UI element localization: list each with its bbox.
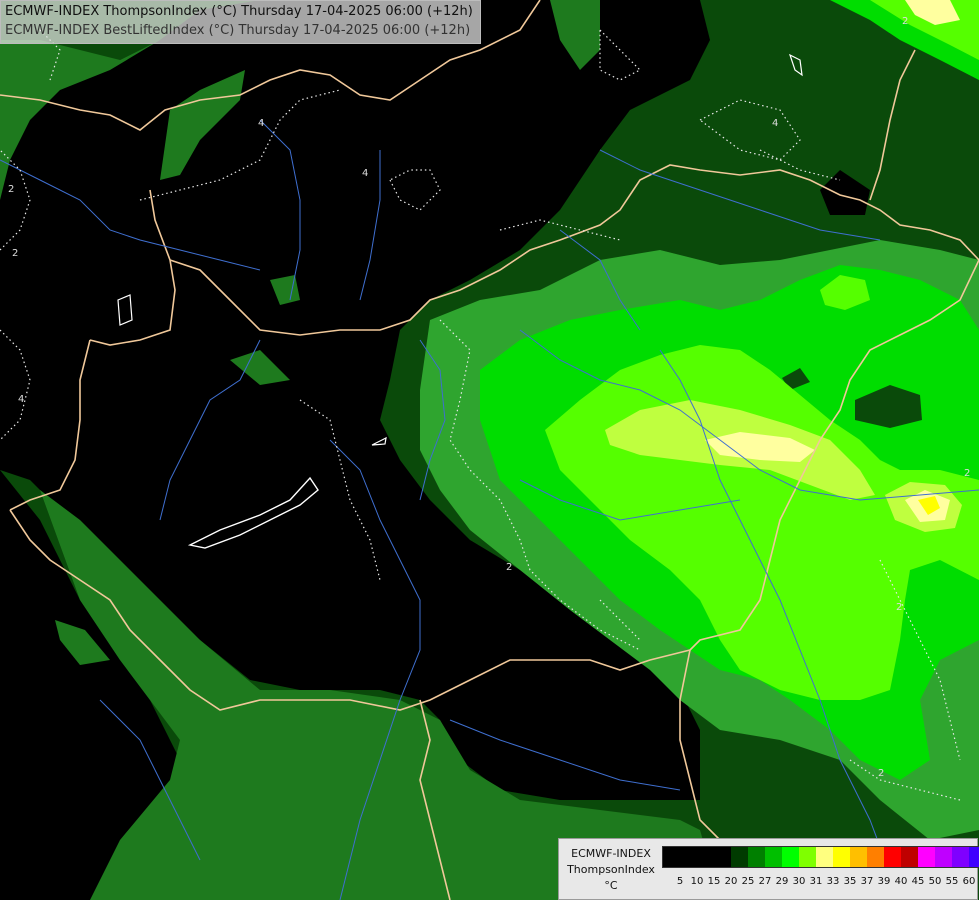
legend-tick-label: 40 <box>894 876 908 887</box>
legend-swatch <box>850 847 867 867</box>
contour-label: 2 <box>902 16 908 27</box>
contour-label: 4 <box>258 118 264 129</box>
legend-tick-label: 60 <box>962 876 976 887</box>
legend-parameter: ThompsonIndex <box>567 863 655 876</box>
contour-label: 4 <box>772 118 778 129</box>
contour-label: 4 <box>18 394 24 405</box>
legend-tick-label: 35 <box>843 876 857 887</box>
legend-model: ECMWF-INDEX <box>571 847 651 860</box>
legend-swatch <box>680 847 697 867</box>
legend-swatch <box>697 847 714 867</box>
map-title-box: ECMWF-INDEX ThompsonIndex (°C) Thursday … <box>0 0 481 44</box>
contour-label: 2 <box>8 184 14 195</box>
weather-map: 4 4 4 4 2 2 2 2 2 2 2 <box>0 0 979 900</box>
legend-tick-label: 27 <box>758 876 772 887</box>
lifted-index-title: ECMWF-INDEX BestLiftedIndex (°C) Thursda… <box>5 23 471 38</box>
legend-swatch <box>952 847 969 867</box>
legend-swatch <box>867 847 884 867</box>
legend-swatch <box>935 847 952 867</box>
legend-swatch <box>884 847 901 867</box>
thompson-index-title: ECMWF-INDEX ThompsonIndex (°C) Thursday … <box>5 4 473 19</box>
legend-tick-label: 29 <box>775 876 789 887</box>
contour-label: 2 <box>896 602 902 613</box>
contour-label: 2 <box>506 562 512 573</box>
contour-label: 4 <box>362 168 368 179</box>
legend-swatch <box>782 847 799 867</box>
legend-tick-label: 5 <box>676 876 684 887</box>
legend-tick-label: 45 <box>911 876 925 887</box>
legend-swatches <box>662 846 979 868</box>
contour-label: 2 <box>878 768 884 779</box>
legend-tick-label: 30 <box>792 876 806 887</box>
legend-swatch <box>799 847 816 867</box>
legend-tick-label: 31 <box>809 876 823 887</box>
contour-label: 2 <box>12 248 18 259</box>
legend-swatch <box>748 847 765 867</box>
legend-swatch <box>969 847 979 867</box>
legend-swatch <box>765 847 782 867</box>
legend-tick-label: 20 <box>724 876 738 887</box>
legend-tick-label: 39 <box>877 876 891 887</box>
legend-tick-label: 25 <box>741 876 755 887</box>
legend-swatch <box>714 847 731 867</box>
contour-label: 2 <box>964 468 970 479</box>
legend-tick-label: 10 <box>690 876 704 887</box>
color-legend: ECMWF-INDEX ThompsonIndex °C 5 10 15 20 25 27… <box>558 838 979 900</box>
legend-tick-label: 55 <box>945 876 959 887</box>
legend-unit: °C <box>604 879 618 892</box>
legend-tick-label: 50 <box>928 876 942 887</box>
legend-tick-label: 37 <box>860 876 874 887</box>
legend-swatch <box>663 847 680 867</box>
legend-swatch <box>816 847 833 867</box>
legend-swatch <box>901 847 918 867</box>
legend-swatch <box>833 847 850 867</box>
legend-tick-label: 33 <box>826 876 840 887</box>
legend-swatch <box>731 847 748 867</box>
legend-tick-label: 15 <box>707 876 721 887</box>
legend-swatch <box>918 847 935 867</box>
